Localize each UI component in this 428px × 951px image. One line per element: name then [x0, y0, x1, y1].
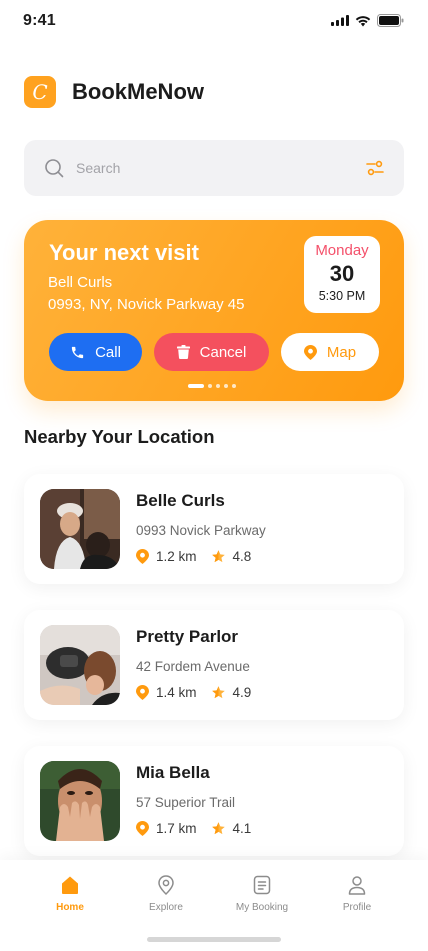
- location-pin-icon: [136, 685, 149, 700]
- app-title: BookMeNow: [72, 79, 204, 104]
- filter-icon[interactable]: [366, 159, 384, 177]
- cancel-button[interactable]: Cancel: [154, 333, 269, 371]
- next-visit-title: Your next visit: [49, 240, 199, 265]
- salon-photo: [40, 625, 120, 705]
- salon-distance: 1.4 km: [136, 685, 197, 700]
- home-indicator[interactable]: [147, 937, 281, 942]
- trash-icon: [176, 345, 190, 359]
- pager-dot[interactable]: [224, 384, 228, 388]
- location-pin-icon: [136, 549, 149, 564]
- salon-card[interactable]: Mia Bella 57 Superior Trail 1.7 km 4.1: [24, 746, 404, 856]
- booking-list-icon: [253, 875, 271, 895]
- home-icon: [62, 876, 78, 894]
- call-button-label: Call: [95, 343, 121, 361]
- pager-dot-active[interactable]: [188, 384, 204, 388]
- salon-meta: 1.7 km 4.1: [136, 821, 251, 836]
- tab-explore-label: Explore: [149, 902, 183, 913]
- salon-distance-value: 1.4 km: [156, 685, 197, 700]
- status-icons: [331, 14, 404, 27]
- salon-rating: 4.1: [211, 821, 252, 836]
- pager-dot[interactable]: [208, 384, 212, 388]
- salon-address: 42 Fordem Avenue: [136, 659, 250, 674]
- salon-distance-value: 1.7 km: [156, 821, 197, 836]
- status-bar: 9:41: [0, 0, 428, 44]
- pager-dot[interactable]: [216, 384, 220, 388]
- map-button-label: Map: [326, 343, 357, 361]
- visit-date-number: 30: [329, 261, 355, 286]
- status-time: 9:41: [23, 12, 56, 29]
- location-pin-icon: [136, 821, 149, 836]
- visit-date-time: 5:30 PM: [318, 289, 366, 303]
- call-button[interactable]: Call: [49, 333, 142, 371]
- pager-dot[interactable]: [232, 384, 236, 388]
- salon-rating-value: 4.8: [232, 549, 252, 564]
- map-pin-icon: [303, 344, 317, 360]
- salon-name: Mia Bella: [136, 763, 210, 782]
- tab-home-label: Home: [56, 902, 84, 913]
- salon-rating: 4.8: [211, 549, 252, 564]
- map-button[interactable]: Map: [281, 333, 379, 371]
- signal-icon: [331, 15, 349, 26]
- salon-distance-value: 1.2 km: [156, 549, 197, 564]
- app-header: C BookMeNow: [24, 76, 204, 108]
- salon-photo: [40, 761, 120, 841]
- salon-card[interactable]: Belle Curls 0993 Novick Parkway 1.2 km 4…: [24, 474, 404, 584]
- wifi-icon: [355, 15, 371, 26]
- app-logo: C: [24, 76, 56, 108]
- salon-meta: 1.2 km 4.8: [136, 549, 251, 564]
- tab-profile-label: Profile: [342, 902, 372, 913]
- phone-icon: [71, 346, 84, 358]
- carousel-pager[interactable]: [188, 384, 236, 388]
- tab-profile[interactable]: Profile: [312, 874, 402, 913]
- salon-rating: 4.9: [211, 685, 252, 700]
- salon-meta: 1.4 km 4.9: [136, 685, 251, 700]
- salon-card[interactable]: Pretty Parlor 42 Fordem Avenue 1.4 km 4.…: [24, 610, 404, 720]
- user-icon: [348, 876, 366, 895]
- next-visit-card[interactable]: Your next visit Bell Curls 0993, NY, Nov…: [24, 220, 404, 401]
- salon-address: 57 Superior Trail: [136, 795, 236, 810]
- location-pin-icon: [158, 875, 174, 896]
- search-bar[interactable]: [24, 140, 404, 196]
- tab-my-booking-label: My Booking: [235, 902, 289, 913]
- search-icon: [45, 159, 64, 178]
- visit-date-day: Monday: [315, 242, 369, 259]
- next-visit-salon-name: Bell Curls: [48, 274, 113, 291]
- star-icon: [211, 686, 225, 699]
- star-icon: [211, 822, 225, 835]
- nearby-section-title: Nearby Your Location: [24, 426, 215, 447]
- search-input[interactable]: [76, 160, 336, 176]
- salon-address: 0993 Novick Parkway: [136, 523, 266, 538]
- tab-explore[interactable]: Explore: [121, 874, 211, 913]
- salon-name: Pretty Parlor: [136, 627, 239, 646]
- salon-distance: 1.7 km: [136, 821, 197, 836]
- salon-name: Belle Curls: [136, 491, 225, 510]
- tab-home[interactable]: Home: [25, 874, 115, 913]
- battery-icon: [377, 14, 404, 27]
- salon-rating-value: 4.9: [232, 685, 252, 700]
- tab-my-booking[interactable]: My Booking: [217, 874, 307, 913]
- next-visit-address: 0993, NY, Novick Parkway 45: [48, 296, 245, 313]
- star-icon: [211, 550, 225, 563]
- cancel-button-label: Cancel: [199, 343, 247, 361]
- salon-rating-value: 4.1: [232, 821, 252, 836]
- visit-date-box: Monday 30 5:30 PM: [304, 236, 380, 313]
- salon-photo: [40, 489, 120, 569]
- salon-distance: 1.2 km: [136, 549, 197, 564]
